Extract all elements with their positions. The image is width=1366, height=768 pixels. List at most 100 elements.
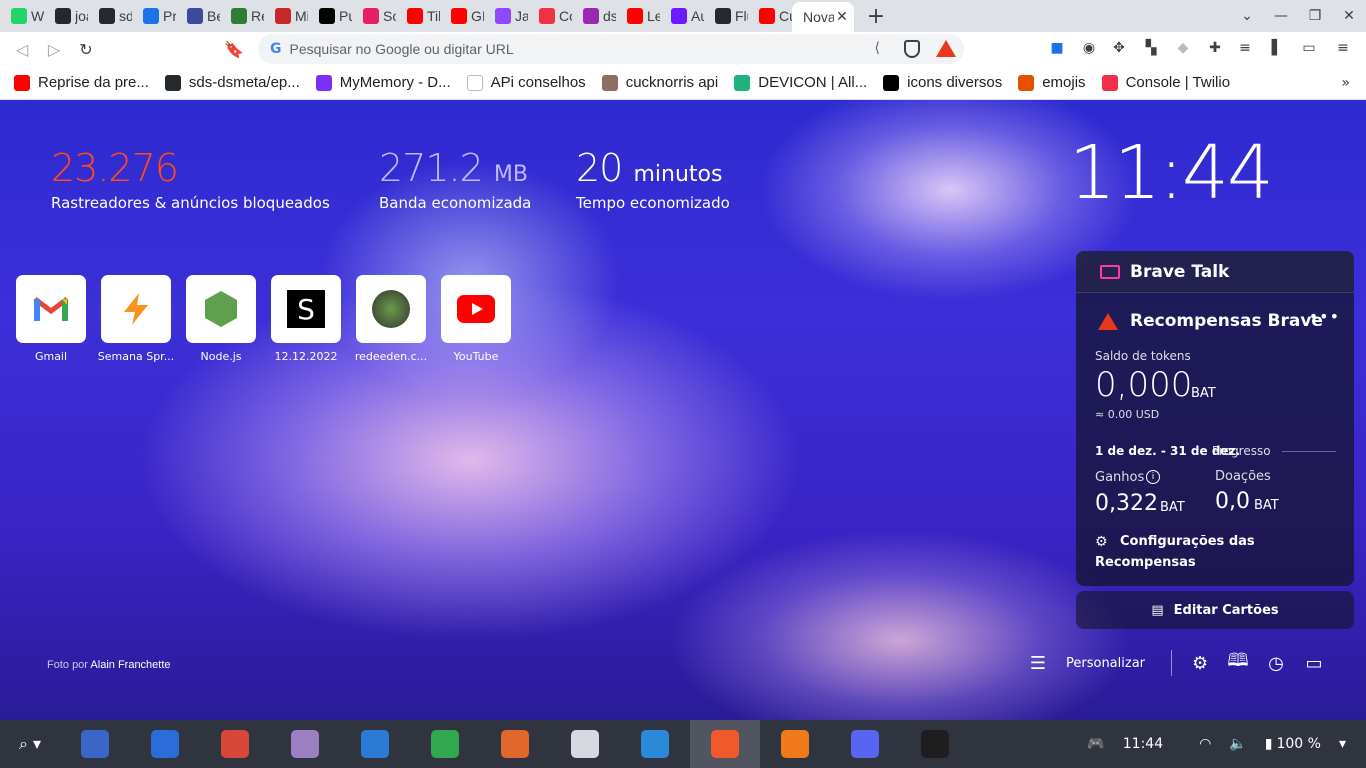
top-site-semana[interactable]: Semana Spr... — [98, 275, 174, 363]
photo-credit-author[interactable]: Alain Franchette — [90, 659, 170, 671]
bandwidth-stat: 271.2 MB Banda economizada — [379, 146, 531, 212]
mail-app[interactable] — [60, 720, 130, 768]
back-icon[interactable]: ◁ — [6, 40, 38, 59]
brave-talk-header[interactable]: Brave Talk — [1076, 251, 1354, 293]
media-app[interactable] — [760, 720, 830, 768]
tab-3[interactable]: Prin — [132, 0, 176, 32]
discord-app[interactable] — [830, 720, 900, 768]
tab-5[interactable]: Red — [220, 0, 264, 32]
calc-app[interactable] — [410, 720, 480, 768]
tab-7[interactable]: Pub — [308, 0, 352, 32]
bookmark-item[interactable]: Console | Twilio — [1101, 74, 1230, 91]
top-site-nodejs[interactable]: Node.js — [186, 275, 256, 363]
top-site-date[interactable]: S 12.12.2022 — [271, 275, 341, 363]
tab-strip: Wh joac sds Prin Bed Red Min Pub Soft Tikto GIU Jav… — [0, 0, 1366, 32]
bookmark-item[interactable]: DEVICON | All... — [734, 74, 867, 91]
bookmarks-icon[interactable]: 🕮 — [1227, 650, 1248, 673]
brave-app-icon — [711, 730, 739, 758]
top-site-redeeden[interactable]: redeeden.c... — [355, 275, 427, 363]
book-app[interactable] — [200, 720, 270, 768]
minimize-icon[interactable]: — — [1264, 8, 1298, 24]
brave-shields-icon[interactable] — [904, 40, 920, 58]
tab-17[interactable]: Curs — [748, 0, 792, 32]
top-site-youtube[interactable]: YouTube — [441, 275, 511, 363]
discord-tray-icon[interactable]: 🎮 — [1087, 736, 1104, 752]
bookmarks-overflow-icon[interactable]: » — [1341, 75, 1350, 91]
brave-app[interactable] — [690, 720, 760, 768]
tab-search-icon[interactable]: ⌄ — [1230, 8, 1264, 24]
brave-talk-title: Brave Talk — [1130, 261, 1230, 282]
move-icon[interactable]: ✥ — [1110, 40, 1128, 58]
bookmark-icon[interactable]: 🔖 — [218, 40, 250, 59]
bookmark-item[interactable]: cucknorris api — [601, 74, 718, 91]
writer-app[interactable] — [340, 720, 410, 768]
bookmark-item[interactable]: emojis — [1018, 74, 1086, 91]
colorzilla-icon[interactable]: ◉ — [1080, 40, 1098, 58]
tab-18[interactable]: Nova ✕ — [792, 2, 854, 32]
tab-15[interactable]: Aula — [660, 0, 704, 32]
wallet-icon[interactable]: ▭ — [1300, 40, 1318, 58]
tab-14[interactable]: Let M — [616, 0, 660, 32]
extension-icon[interactable]: ◆ — [1174, 40, 1192, 58]
rewards-settings-line1[interactable]: Configurações das — [1120, 534, 1255, 549]
impress-app[interactable] — [480, 720, 550, 768]
tab-6[interactable]: Min — [264, 0, 308, 32]
close-tab-icon[interactable]: ✕ — [834, 8, 850, 25]
bookmark-item[interactable]: MyMemory - D... — [315, 74, 451, 91]
share-icon[interactable]: ⟨ — [875, 40, 880, 56]
playlist-icon[interactable]: ≡ — [1236, 40, 1254, 58]
taskbar-clock[interactable]: 11:44 — [1123, 736, 1163, 752]
writer-app-icon — [361, 730, 389, 758]
address-bar[interactable]: G Pesquisar no Google ou digitar URL ⟨ — [258, 34, 964, 64]
puzzle-icon[interactable]: ✚ — [1206, 40, 1224, 58]
history-icon[interactable]: ◷ — [1266, 653, 1286, 674]
maximize-icon[interactable]: ❐ — [1298, 8, 1332, 24]
tab-12[interactable]: Con — [528, 0, 572, 32]
accessibility-app[interactable] — [130, 720, 200, 768]
vscode-app[interactable] — [620, 720, 690, 768]
close-window-icon[interactable]: ✕ — [1332, 8, 1366, 24]
reload-icon[interactable]: ↻ — [70, 40, 102, 59]
wifi-icon[interactable]: ◠ — [1199, 736, 1211, 752]
bookmark-item[interactable]: Reprise da pre... — [14, 74, 149, 91]
search-extension-icon[interactable]: ■ — [1048, 40, 1066, 58]
tab-2[interactable]: sds — [88, 0, 132, 32]
tab-8[interactable]: Soft — [352, 0, 396, 32]
tab-13[interactable]: dsm — [572, 0, 616, 32]
app-launcher-icon[interactable]: ⌕ ▾ — [0, 734, 60, 754]
settings-icon[interactable]: ⚙ — [1190, 653, 1210, 674]
top-site-gmail[interactable]: Gmail — [16, 275, 86, 363]
tray-menu-icon[interactable]: ▾ — [1339, 736, 1346, 752]
devtools-icon[interactable]: ▚ — [1142, 40, 1160, 58]
brave-rewards-icon[interactable] — [936, 40, 956, 57]
new-tab-button[interactable]: + — [854, 0, 898, 32]
menu-icon[interactable]: ≡ — [1334, 40, 1352, 58]
info-icon[interactable]: i — [1146, 470, 1160, 484]
terminal-app[interactable] — [900, 720, 970, 768]
bookmark-item[interactable]: APi conselhos — [466, 74, 586, 91]
bookmark-item[interactable]: sds-dsmeta/ep... — [164, 74, 300, 91]
brave-talk-icon[interactable]: ▭ — [1304, 653, 1324, 674]
tab-0[interactable]: Wh — [0, 0, 44, 32]
tab-title: Java — [515, 8, 528, 24]
battery-icon[interactable]: ▮ — [1265, 736, 1273, 752]
emoji-icon — [1018, 74, 1035, 91]
customize-button[interactable]: Personalizar — [1066, 656, 1145, 671]
time-saved-unit: minutos — [633, 162, 723, 187]
files-app[interactable] — [270, 720, 340, 768]
tab-4[interactable]: Bed — [176, 0, 220, 32]
sliders-icon[interactable]: ☰ — [1028, 653, 1048, 674]
tab-16[interactable]: Flutt — [704, 0, 748, 32]
settings-app[interactable] — [550, 720, 620, 768]
bookmark-item[interactable]: icons diversos — [883, 74, 1002, 91]
rewards-settings-line2[interactable]: Recompensas — [1095, 555, 1196, 570]
tab-11[interactable]: Java — [484, 0, 528, 32]
volume-icon[interactable]: 🔈 — [1229, 736, 1246, 752]
more-options-icon[interactable]: ••• — [1309, 307, 1340, 326]
edit-cards-button[interactable]: ▤ Editar Cartões — [1076, 591, 1354, 629]
tab-1[interactable]: joac — [44, 0, 88, 32]
sidebar-icon[interactable]: ▌ — [1268, 40, 1286, 58]
tab-10[interactable]: GIU — [440, 0, 484, 32]
forward-icon[interactable]: ▷ — [38, 40, 70, 59]
tab-9[interactable]: Tikto — [396, 0, 440, 32]
